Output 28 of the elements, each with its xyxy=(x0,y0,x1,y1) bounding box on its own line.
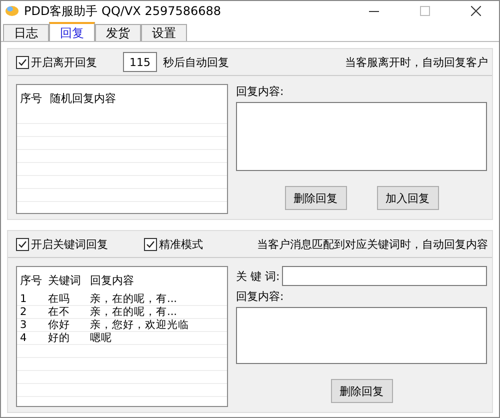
tab[interactable]: 设置 xyxy=(141,24,187,42)
checkbox[interactable]: 精准模式 xyxy=(144,236,203,252)
seconds-field[interactable]: 115 xyxy=(123,52,157,72)
window-title: PDD客服助手 QQ/VX 2597586688 xyxy=(24,2,222,20)
keyword-field[interactable] xyxy=(282,266,487,286)
action-button[interactable]: 加入回复 xyxy=(376,186,438,210)
maximize-icon xyxy=(420,6,430,16)
tab[interactable]: 发货 xyxy=(95,24,141,42)
reply-content-field[interactable] xyxy=(236,307,487,364)
close-icon xyxy=(471,6,481,16)
keyword-label: 关 键 词: xyxy=(236,268,280,284)
action-button[interactable]: 删除回复 xyxy=(284,186,346,210)
checkmark-icon xyxy=(146,240,155,248)
checkmark-icon xyxy=(18,58,27,66)
hint-text: 当客服离开时，自动回复客户 xyxy=(345,54,488,70)
tab[interactable]: 日志 xyxy=(3,24,49,42)
reply-content-field[interactable] xyxy=(236,102,487,171)
seconds-label: 秒后自动回复 xyxy=(163,54,229,70)
content-label: 回复内容: xyxy=(236,289,285,304)
app-icon xyxy=(5,5,19,17)
hint-text: 当客户消息匹配到对应关键词时，自动回复内容 xyxy=(257,236,488,252)
checkmark-icon xyxy=(18,240,27,248)
checkbox[interactable]: 开启离开回复 xyxy=(16,54,97,70)
minimize-icon xyxy=(369,10,379,12)
content-label: 回复内容: xyxy=(236,84,285,99)
checkbox[interactable]: 开启关键词回复 xyxy=(16,236,108,252)
action-button[interactable]: 删除回复 xyxy=(330,379,392,403)
tab[interactable]: 回复 xyxy=(49,22,95,43)
